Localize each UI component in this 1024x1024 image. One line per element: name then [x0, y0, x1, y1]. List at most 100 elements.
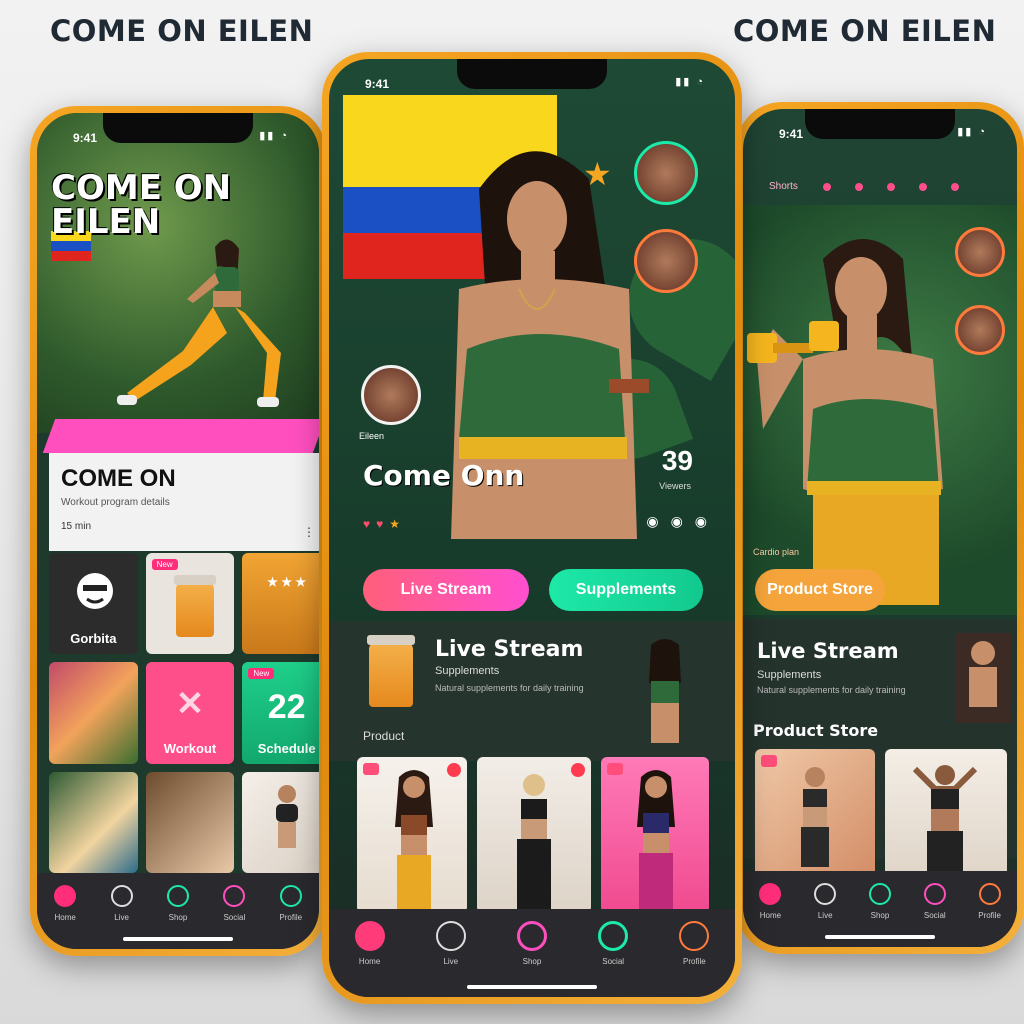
- supplement-jar-icon[interactable]: [367, 635, 415, 707]
- social-icon: [923, 883, 946, 905]
- nav-shop[interactable]: Shop: [853, 883, 908, 920]
- story-dot[interactable]: [855, 183, 863, 191]
- hero-title: COME ON EILEN: [51, 168, 232, 242]
- notch: [805, 109, 955, 139]
- dumbbell-icon: [747, 321, 839, 363]
- live-icon: [814, 883, 837, 905]
- face-icon: [77, 573, 113, 609]
- live-stream-button[interactable]: Live Stream: [363, 569, 529, 611]
- notch: [103, 113, 253, 143]
- tile-photo[interactable]: [242, 771, 319, 873]
- nav-label: Shop: [870, 911, 890, 920]
- home-indicator: [123, 937, 233, 941]
- thumbnail-woman[interactable]: [955, 633, 1011, 723]
- nav-label: Shop: [168, 913, 188, 922]
- home-icon: [354, 921, 385, 951]
- badge-icon: [363, 763, 379, 775]
- tile-photo[interactable]: [49, 662, 138, 764]
- heart-icon[interactable]: ♥: [376, 517, 383, 531]
- thumbnail-woman[interactable]: [625, 633, 705, 751]
- shorts-label: Shorts: [769, 181, 798, 192]
- heart-icon[interactable]: ♥: [363, 517, 370, 531]
- section-subtitle: Supplements: [435, 665, 500, 677]
- product-store-button[interactable]: Product Store: [755, 569, 885, 611]
- tile-gorbita[interactable]: Gorbita: [49, 553, 138, 655]
- hero-title: Come Onn: [363, 459, 525, 492]
- more-icon[interactable]: ◉: [695, 513, 707, 530]
- screen-right: 9:41 ▮▮ ◔ Shorts Cardio plan Product Sto…: [743, 109, 1017, 947]
- streamer-avatar[interactable]: [361, 365, 421, 425]
- tile-promo[interactable]: ★ ★ ★: [242, 553, 319, 655]
- viewer-label: Viewers: [659, 481, 691, 491]
- nav-home[interactable]: Home: [37, 885, 93, 922]
- nav-label: Live: [443, 957, 459, 966]
- screen-left: 9:41 ▮▮ ◔ COME ON EILEN COME ON Workout …: [37, 113, 319, 949]
- supplements-button[interactable]: Supplements: [549, 569, 703, 611]
- nav-live[interactable]: Live: [798, 883, 853, 920]
- nav-profile[interactable]: Profile: [263, 885, 319, 922]
- story-dot[interactable]: [823, 183, 831, 191]
- nav-shop[interactable]: Shop: [504, 921, 560, 966]
- nav-label: Social: [602, 957, 625, 966]
- tile-photo[interactable]: [49, 771, 138, 873]
- info-meta: 15 min: [61, 521, 92, 532]
- woman-figure: [912, 765, 978, 871]
- story-dot[interactable]: [951, 183, 959, 191]
- tile-photo[interactable]: [145, 771, 235, 873]
- action-icons: ◉ ◉ ◉: [646, 513, 707, 530]
- streamer-name: Eileen: [359, 431, 385, 441]
- product-card[interactable]: [477, 757, 591, 913]
- section-description: Natural supplements for daily training: [435, 683, 584, 693]
- status-time: 9:41: [365, 77, 390, 91]
- notch: [457, 59, 607, 89]
- status-icons: ▮▮ ◔: [675, 76, 705, 88]
- nav-home[interactable]: Home: [342, 921, 398, 966]
- x-icon: ✕: [175, 685, 205, 724]
- nav-label: Home: [759, 911, 782, 920]
- nav-label: Profile: [279, 913, 303, 922]
- star-icon[interactable]: ★: [389, 517, 400, 531]
- nav-profile[interactable]: Profile: [666, 921, 722, 966]
- page-title-right: COME ON EILEN: [733, 14, 997, 48]
- tile-supplement[interactable]: New: [145, 553, 235, 655]
- nav-home[interactable]: Home: [743, 883, 798, 920]
- tile-workout[interactable]: ✕ Workout: [145, 662, 235, 764]
- reaction-icons: ♥ ♥ ★: [363, 517, 400, 531]
- product-label: Product: [363, 729, 405, 743]
- status-time: 9:41: [73, 131, 98, 145]
- phone-center: 9:41 ▮▮ ◔ ★ Eileen Come Onn 39 Viewers ♥…: [322, 52, 742, 1004]
- info-title: COME ON: [61, 465, 176, 492]
- nav-label: Home: [54, 913, 76, 922]
- product-title: Product Store: [753, 721, 879, 740]
- story-dot[interactable]: [887, 183, 895, 191]
- product-card[interactable]: [755, 749, 875, 889]
- story-dot[interactable]: [919, 183, 927, 191]
- phone-left: 9:41 ▮▮ ◔ COME ON EILEN COME ON Workout …: [30, 106, 326, 956]
- nav-live[interactable]: Live: [423, 921, 479, 966]
- nav-live[interactable]: Live: [94, 885, 150, 922]
- more-icon[interactable]: ⋮: [303, 525, 315, 539]
- phone-right: 9:41 ▮▮ ◔ Shorts Cardio plan Product Sto…: [736, 102, 1024, 954]
- bottom-nav: Home Live Shop Social Profile: [743, 871, 1017, 947]
- product-card[interactable]: [885, 749, 1007, 889]
- share-icon[interactable]: ◉: [646, 513, 658, 530]
- woman-figure: [637, 770, 675, 909]
- info-card[interactable]: COME ON Workout program details 15 min ⋮: [49, 453, 319, 551]
- nav-shop[interactable]: Shop: [150, 885, 206, 922]
- tile-grid: Gorbita New ★ ★ ★ ✕ Workout New 22 Sched…: [49, 553, 319, 873]
- gift-icon[interactable]: ◉: [671, 513, 683, 530]
- nav-label: Social: [223, 913, 246, 922]
- home-indicator: [467, 985, 597, 989]
- nav-label: Social: [923, 911, 946, 920]
- nav-social[interactable]: Social: [907, 883, 962, 920]
- product-card[interactable]: [357, 757, 467, 913]
- product-card[interactable]: [601, 757, 709, 913]
- tile-schedule[interactable]: New 22 Schedule: [242, 662, 319, 764]
- page-title: COME ON EILEN: [50, 14, 314, 48]
- viewer-count: 39: [661, 445, 693, 476]
- nav-social[interactable]: Social: [206, 885, 262, 922]
- nav-social[interactable]: Social: [585, 921, 641, 966]
- caption: Cardio plan: [753, 547, 800, 557]
- nav-label: Profile: [683, 957, 706, 966]
- nav-profile[interactable]: Profile: [962, 883, 1017, 920]
